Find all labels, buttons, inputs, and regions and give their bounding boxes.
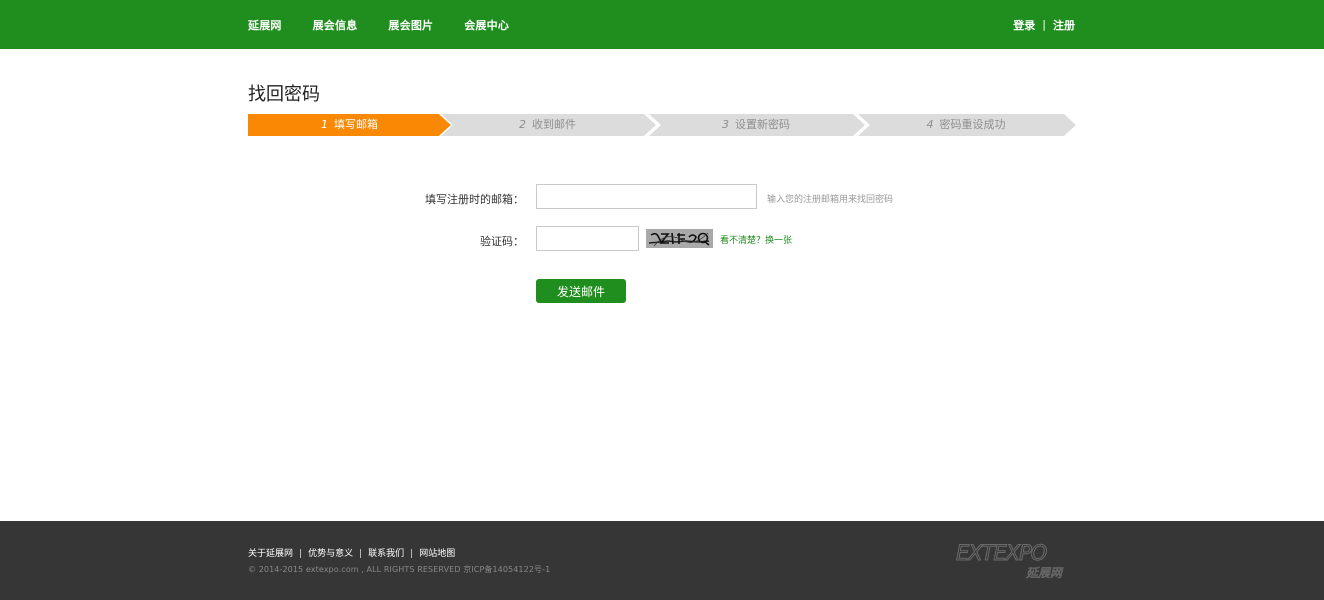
extexpo-logo: EXTEXPO 延展网 <box>956 541 1065 581</box>
footer-sitemap-link[interactable]: 网站地图 <box>419 549 455 559</box>
captcha-graphic <box>646 229 713 248</box>
step-label: 填写邮箱 <box>334 118 378 131</box>
step-receive-email: 2 收到邮件 <box>439 114 656 136</box>
footer-contact-link[interactable]: 联系我们 <box>368 549 404 559</box>
footer-links: 关于延展网 | 优势与意义 | 联系我们 | 网站地图 <box>248 546 455 559</box>
step-reset-success: 4 密码重设成功 <box>856 114 1076 136</box>
nav-home-link[interactable]: 延展网 <box>248 17 282 33</box>
nav-expo-info-link[interactable]: 展会信息 <box>313 17 358 33</box>
nav-expo-photos-link[interactable]: 展会图片 <box>388 17 433 33</box>
auth-separator: | <box>1042 18 1046 31</box>
top-navbar: 延展网 展会信息 展会图片 会展中心 登录 | 注册 <box>0 0 1324 49</box>
main-nav: 延展网 展会信息 展会图片 会展中心 <box>248 0 540 49</box>
footer-separator: | <box>410 549 414 559</box>
footer-separator: | <box>359 549 363 559</box>
step-label: 收到邮件 <box>532 118 576 131</box>
step-number: 1 <box>321 118 328 131</box>
send-email-button[interactable]: 发送邮件 <box>536 279 626 303</box>
footer: 关于延展网 | 优势与意义 | 联系我们 | 网站地图 © 2014-2015 extexp… <box>0 521 1324 600</box>
footer-about-link[interactable]: 关于延展网 <box>248 549 293 559</box>
step-label: 密码重设成功 <box>939 118 1006 131</box>
step-label: 设置新密码 <box>735 118 790 131</box>
captcha-label: 验证码： <box>480 235 524 248</box>
login-link[interactable]: 登录 <box>1013 17 1035 33</box>
footer-separator: | <box>299 549 303 559</box>
footer-advantages-link[interactable]: 优势与意义 <box>308 549 353 559</box>
captcha-image[interactable] <box>646 229 713 248</box>
page-title: 找回密码 <box>248 84 320 105</box>
email-label: 填写注册时的邮箱： <box>425 193 524 206</box>
auth-links: 登录 | 注册 <box>1013 0 1075 49</box>
progress-steps: 1 填写邮箱 2 收到邮件 3 设置新密码 4 密码重设成功 <box>248 114 1076 136</box>
svg-text:EXTEXPO: EXTEXPO <box>956 541 1047 565</box>
captcha-refresh-link[interactable]: 看不清楚？换一张 <box>720 233 792 246</box>
svg-text:延展网: 延展网 <box>1026 566 1064 580</box>
register-link[interactable]: 注册 <box>1053 17 1075 33</box>
email-hint: 输入您的注册邮箱用来找回密码 <box>767 195 894 205</box>
captcha-field[interactable] <box>536 226 639 251</box>
step-number: 2 <box>519 118 526 131</box>
step-set-password: 3 设置新密码 <box>647 114 865 136</box>
copyright-text: © 2014-2015 extexpo.com , ALL RIGHTS RES… <box>248 565 551 574</box>
step-fill-email: 1 填写邮箱 <box>248 114 451 136</box>
step-number: 4 <box>926 118 934 131</box>
nav-venue-center-link[interactable]: 会展中心 <box>464 17 509 33</box>
email-field[interactable] <box>536 184 757 209</box>
step-number: 3 <box>722 118 729 131</box>
